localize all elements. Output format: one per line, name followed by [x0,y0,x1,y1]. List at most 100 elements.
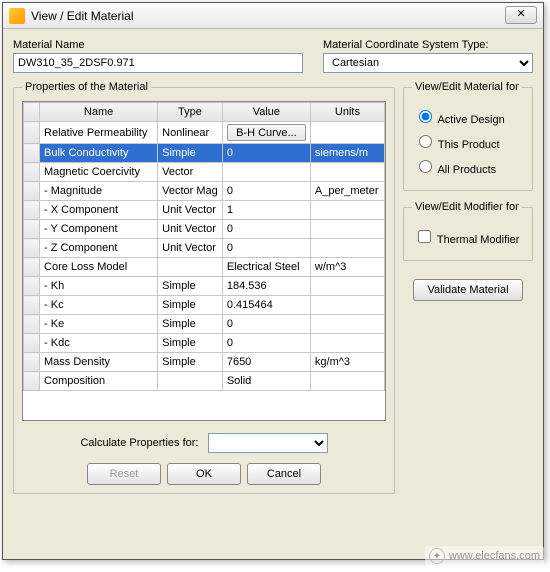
cell-value[interactable]: 0 [222,220,310,239]
cell-type[interactable]: Vector [158,163,223,182]
table-row[interactable]: Magnetic CoercivityVector [24,163,385,182]
cell-value[interactable]: 0 [222,144,310,163]
cell-value[interactable]: 0 [222,334,310,353]
table-row[interactable]: Relative PermeabilityNonlinearB-H Curve.… [24,122,385,144]
cell-value[interactable]: 184.536 [222,277,310,296]
cell-type[interactable] [158,258,223,277]
thermal-modifier-input[interactable] [418,230,431,243]
coord-system-select[interactable]: Cartesian [323,53,533,73]
table-row[interactable]: Composition Solid [24,372,385,391]
cell-units[interactable]: siemens/m [310,144,384,163]
radio-this-product-input[interactable] [419,135,432,148]
cell-type[interactable]: Simple [158,296,223,315]
radio-active-design[interactable]: Active Design [414,107,522,126]
cell-name[interactable]: - X Component [40,201,158,220]
radio-this-product[interactable]: This Product [414,132,522,151]
cell-value[interactable]: 0 [222,315,310,334]
cell-type[interactable]: Simple [158,277,223,296]
table-row[interactable]: - Z ComponentUnit Vector0 [24,239,385,258]
cell-units[interactable] [310,334,384,353]
col-name[interactable]: Name [40,103,158,122]
reset-button[interactable]: Reset [87,463,161,485]
cell-type[interactable]: Simple [158,334,223,353]
cell-units[interactable]: w/m^3 [310,258,384,277]
cell-type[interactable] [158,372,223,391]
cell-units[interactable] [310,163,384,182]
cell-units[interactable] [310,201,384,220]
table-row[interactable]: - Y ComponentUnit Vector0 [24,220,385,239]
cancel-button[interactable]: Cancel [247,463,321,485]
cell-units[interactable]: A_per_meter [310,182,384,201]
row-header[interactable] [24,144,40,163]
cell-value[interactable]: 0 [222,182,310,201]
cell-value[interactable]: 0.415464 [222,296,310,315]
radio-all-products[interactable]: All Products [414,157,522,176]
row-header[interactable] [24,277,40,296]
cell-name[interactable]: - Kc [40,296,158,315]
cell-type[interactable]: Unit Vector [158,220,223,239]
table-row[interactable]: - X ComponentUnit Vector1 [24,201,385,220]
cell-units[interactable] [310,277,384,296]
cell-name[interactable]: Bulk Conductivity [40,144,158,163]
cell-value[interactable] [222,163,310,182]
cell-value[interactable]: B-H Curve... [222,122,310,144]
cell-name[interactable]: Mass Density [40,353,158,372]
cell-type[interactable]: Simple [158,315,223,334]
cell-value[interactable]: Solid [222,372,310,391]
row-header[interactable] [24,258,40,277]
table-row[interactable]: Mass DensitySimple7650kg/m^3 [24,353,385,372]
cell-name[interactable]: - Kh [40,277,158,296]
table-row[interactable]: Bulk ConductivitySimple0siemens/m [24,144,385,163]
table-row[interactable]: - KeSimple0 [24,315,385,334]
row-header[interactable] [24,334,40,353]
row-header[interactable] [24,220,40,239]
cell-units[interactable] [310,220,384,239]
bh-curve-button[interactable]: B-H Curve... [227,124,306,141]
cell-name[interactable]: Core Loss Model [40,258,158,277]
cell-name[interactable]: Relative Permeability [40,122,158,144]
radio-all-products-input[interactable] [419,160,432,173]
row-header[interactable] [24,182,40,201]
cell-units[interactable] [310,372,384,391]
cell-name[interactable]: - Y Component [40,220,158,239]
cell-type[interactable]: Vector Mag [158,182,223,201]
cell-units[interactable] [310,239,384,258]
cell-value[interactable]: 1 [222,201,310,220]
cell-units[interactable] [310,315,384,334]
row-header[interactable] [24,201,40,220]
row-header[interactable] [24,372,40,391]
calc-props-select[interactable] [208,433,328,453]
material-name-input[interactable] [13,53,303,73]
row-header[interactable] [24,239,40,258]
table-row[interactable]: - KhSimple184.536 [24,277,385,296]
thermal-modifier-check[interactable]: Thermal Modifier [414,227,522,246]
close-button[interactable]: ✕ [505,6,537,24]
row-header[interactable] [24,296,40,315]
cell-value[interactable]: Electrical Steel [222,258,310,277]
cell-value[interactable]: 0 [222,239,310,258]
cell-value[interactable]: 7650 [222,353,310,372]
table-row[interactable]: Core Loss Model Electrical Steelw/m^3 [24,258,385,277]
cell-units[interactable] [310,296,384,315]
table-row[interactable]: - KcSimple0.415464 [24,296,385,315]
cell-name[interactable]: Composition [40,372,158,391]
validate-material-button[interactable]: Validate Material [413,279,523,301]
cell-type[interactable]: Simple [158,353,223,372]
table-row[interactable]: - MagnitudeVector Mag0A_per_meter [24,182,385,201]
row-header[interactable] [24,122,40,144]
cell-name[interactable]: - Z Component [40,239,158,258]
cell-name[interactable]: - Magnitude [40,182,158,201]
ok-button[interactable]: OK [167,463,241,485]
row-header[interactable] [24,353,40,372]
col-type[interactable]: Type [158,103,223,122]
cell-name[interactable]: - Kdc [40,334,158,353]
cell-type[interactable]: Nonlinear [158,122,223,144]
cell-type[interactable]: Unit Vector [158,239,223,258]
table-row[interactable]: - KdcSimple0 [24,334,385,353]
cell-type[interactable]: Simple [158,144,223,163]
cell-name[interactable]: - Ke [40,315,158,334]
cell-units[interactable]: kg/m^3 [310,353,384,372]
row-header[interactable] [24,163,40,182]
cell-units[interactable] [310,122,384,144]
col-units[interactable]: Units [310,103,384,122]
